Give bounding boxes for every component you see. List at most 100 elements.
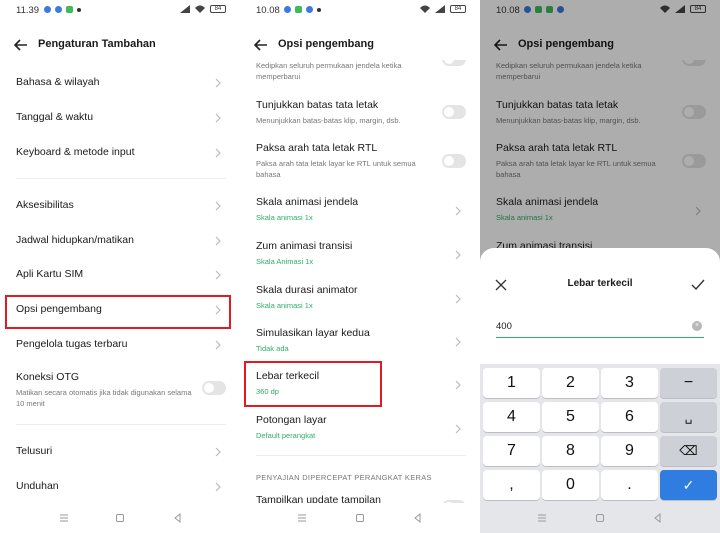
key-1[interactable]: 1: [483, 368, 540, 398]
menu-icon[interactable]: [536, 511, 548, 523]
settings-item-label: Pengelola tugas terbaru: [16, 338, 128, 350]
otg-toggle[interactable]: [202, 381, 226, 395]
chevron-right-icon: [215, 447, 221, 457]
status-system-icons: 84: [180, 5, 226, 13]
clear-input-icon[interactable]: ×: [692, 321, 702, 331]
home-icon[interactable]: [354, 511, 366, 523]
status-time: 11.39: [16, 5, 40, 16]
divider: [16, 178, 226, 179]
settings-item-downloads[interactable]: Unduhan: [16, 480, 226, 492]
settings-item-label: Keyboard & metode input: [16, 146, 135, 158]
chevron-right-icon: [215, 113, 221, 123]
settings-item-force-rtl[interactable]: Paksa arah tata letak RTL Paksa arah tat…: [256, 142, 466, 180]
numeric-keyboard: 1 2 3 − 4 5 6 ␣ 7 8 9 ⌫ , 0 . ✓: [480, 364, 720, 503]
chevron-right-icon: [215, 78, 221, 88]
key-comma[interactable]: ,: [483, 470, 540, 500]
status-bar: 10.08 84: [240, 0, 480, 22]
back-arrow-icon[interactable]: [12, 36, 30, 54]
force-rtl-toggle[interactable]: [442, 154, 466, 168]
settings-item-schedule-power[interactable]: Jadwal hidupkan/matikan: [16, 234, 226, 246]
settings-item-label: Tunjukkan batas tata letak: [256, 99, 379, 111]
status-time: 10.08: [256, 5, 280, 16]
key-2[interactable]: 2: [542, 368, 599, 398]
nav-bar: [240, 503, 480, 533]
page-title: Opsi pengembang: [278, 38, 374, 50]
settings-item-value: Tidak ada: [256, 344, 289, 353]
divider: [256, 455, 466, 456]
key-0[interactable]: 0: [542, 470, 599, 500]
settings-item-label: Skala animasi jendela: [256, 196, 359, 208]
key-8[interactable]: 8: [542, 436, 599, 466]
layout-bounds-toggle[interactable]: [442, 105, 466, 119]
settings-item-task-manager[interactable]: Pengelola tugas terbaru: [16, 338, 226, 350]
settings-item-label: Koneksi OTG: [16, 371, 80, 383]
home-icon[interactable]: [114, 511, 126, 523]
settings-item-date-time[interactable]: Tanggal & waktu: [16, 111, 226, 123]
status-bar: 11.39 84: [0, 0, 240, 22]
input-value: 400: [496, 321, 512, 332]
settings-item-label: Zum animasi transisi: [256, 240, 353, 252]
settings-screen-additional: 11.39 84 Pengaturan Tambahan Bahasa & wi…: [0, 0, 240, 533]
section-header: PENYAJIAN DIPERCEPAT PERANGKAT KERAS: [256, 473, 432, 482]
status-notification-icons: [44, 6, 81, 13]
settings-item-transition-animation[interactable]: Zum animasi transisi Skala Animasi 1x: [256, 240, 466, 266]
key-4[interactable]: 4: [483, 402, 540, 432]
chevron-right-icon: [455, 250, 461, 260]
settings-item-description: Paksa arah tata letak layar ke RTL untuk…: [256, 159, 416, 179]
back-icon[interactable]: [172, 511, 184, 524]
key-7[interactable]: 7: [483, 436, 540, 466]
settings-item-display-cutout[interactable]: Potongan layar Default perangkat: [256, 414, 466, 440]
divider: [16, 424, 226, 425]
settings-item-value: Default perangkat: [256, 431, 316, 440]
chevron-right-icon: [455, 206, 461, 216]
settings-item-label: Simulasikan layar kedua: [256, 327, 370, 339]
status-system-icons: 84: [420, 5, 466, 13]
key-period[interactable]: .: [601, 470, 658, 500]
settings-item-sim-app[interactable]: Apli Kartu SIM: [16, 268, 226, 280]
menu-icon[interactable]: [58, 511, 70, 523]
chevron-right-icon: [455, 294, 461, 304]
chevron-right-icon: [455, 337, 461, 347]
smallest-width-input[interactable]: 400 ×: [496, 316, 704, 338]
chevron-right-icon: [215, 270, 221, 280]
settings-item-search[interactable]: Telusuri: [16, 445, 226, 457]
settings-item-secondary-display[interactable]: Simulasikan layar kedua Tidak ada: [256, 327, 466, 353]
check-icon[interactable]: [690, 277, 706, 293]
settings-item-label: Jadwal hidupkan/matikan: [16, 234, 134, 246]
highlight-box: [5, 295, 231, 329]
toggle[interactable]: [442, 60, 466, 66]
settings-item-otg[interactable]: Koneksi OTG Matikan secara otomatis jika…: [16, 371, 226, 409]
key-9[interactable]: 9: [601, 436, 658, 466]
backspace-key[interactable]: ⌫: [660, 436, 717, 466]
settings-item-animator-duration[interactable]: Skala durasi animator Skala animasi 1x: [256, 284, 466, 310]
settings-item-label: Aksesibilitas: [16, 199, 74, 211]
list-item-cut-top: Kedipkan seluruh permukaan jendela ketik…: [256, 60, 466, 82]
developer-options-dialog-screen: 10.08 84 Opsi pengembang Kedipkan seluru…: [480, 0, 720, 533]
settings-item-label: Apli Kartu SIM: [16, 268, 84, 280]
settings-item-label: Unduhan: [16, 480, 59, 492]
settings-item-window-animation[interactable]: Skala animasi jendela Skala animasi 1x: [256, 196, 466, 222]
menu-icon[interactable]: [296, 511, 308, 523]
developer-options-screen: 10.08 84 Opsi pengembang Kedipkan seluru…: [240, 0, 480, 533]
settings-item-keyboard[interactable]: Keyboard & metode input: [16, 146, 226, 158]
key-3[interactable]: 3: [601, 368, 658, 398]
key-5[interactable]: 5: [542, 402, 599, 432]
chevron-right-icon: [215, 482, 221, 492]
back-arrow-icon[interactable]: [252, 36, 270, 54]
key-6[interactable]: 6: [601, 402, 658, 432]
chevron-right-icon: [215, 340, 221, 350]
settings-item-label: Tanggal & waktu: [16, 111, 94, 123]
back-icon[interactable]: [412, 511, 424, 524]
settings-item-layout-bounds[interactable]: Tunjukkan batas tata letak Menunjukkan b…: [256, 99, 466, 126]
enter-key[interactable]: ✓: [660, 470, 717, 500]
chevron-right-icon: [215, 201, 221, 211]
settings-item-value: Skala Animasi 1x: [256, 257, 314, 266]
key-minus[interactable]: −: [660, 368, 717, 398]
back-icon[interactable]: [652, 511, 664, 524]
settings-item-label: Paksa arah tata letak RTL: [256, 142, 378, 154]
settings-item-accessibility[interactable]: Aksesibilitas: [16, 199, 226, 211]
settings-item-language[interactable]: Bahasa & wilayah: [16, 76, 226, 88]
nav-bar: [0, 503, 240, 533]
key-space[interactable]: ␣: [660, 402, 717, 432]
home-icon[interactable]: [594, 511, 606, 523]
